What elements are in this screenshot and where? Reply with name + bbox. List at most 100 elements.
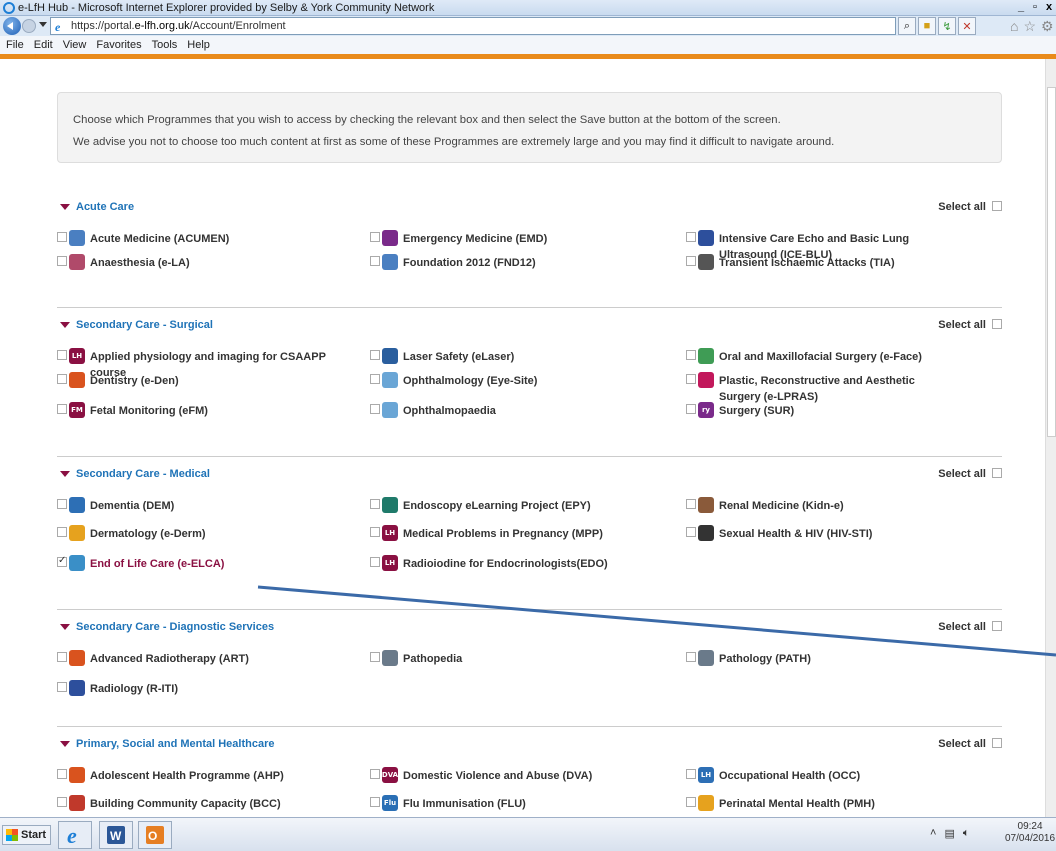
- programme-checkbox[interactable]: [57, 797, 67, 807]
- programme-label[interactable]: Occupational Health (OCC): [719, 768, 959, 784]
- programme-checkbox[interactable]: [370, 557, 380, 567]
- minimize-icon[interactable]: _: [1014, 1, 1028, 14]
- programme-label[interactable]: Perinatal Mental Health (PMH): [719, 796, 959, 812]
- menu-tools[interactable]: Tools: [152, 39, 178, 51]
- menu-view[interactable]: View: [63, 39, 87, 51]
- programme-checkbox[interactable]: [370, 527, 380, 537]
- programme-label[interactable]: Dentistry (e-Den): [90, 373, 360, 389]
- taskbar-word-icon[interactable]: W: [99, 821, 133, 849]
- chevron-down-icon[interactable]: [60, 322, 70, 328]
- chevron-down-icon[interactable]: [60, 624, 70, 630]
- back-button[interactable]: [3, 17, 21, 35]
- programme-checkbox[interactable]: [686, 499, 696, 509]
- chevron-down-icon[interactable]: [60, 471, 70, 477]
- stop-icon[interactable]: ✕: [958, 17, 976, 35]
- programme-checkbox[interactable]: [57, 527, 67, 537]
- programme-checkbox[interactable]: [686, 350, 696, 360]
- section-title[interactable]: Acute Care: [76, 201, 134, 213]
- start-button[interactable]: Start: [2, 825, 52, 845]
- section-header[interactable]: Secondary Care - Surgical Select all: [57, 318, 1002, 336]
- programme-label[interactable]: Anaesthesia (e-LA): [90, 255, 360, 271]
- programme-label[interactable]: Renal Medicine (Kidn-e): [719, 498, 959, 514]
- programme-checkbox[interactable]: [57, 499, 67, 509]
- chevron-down-icon[interactable]: [60, 204, 70, 210]
- programme-checkbox[interactable]: [370, 652, 380, 662]
- section-title[interactable]: Primary, Social and Mental Healthcare: [76, 738, 274, 750]
- volume-icon[interactable]: 🔈︎: [963, 827, 970, 840]
- gear-icon[interactable]: ⚙: [1041, 18, 1054, 35]
- page-scrollbar[interactable]: [1045, 59, 1056, 817]
- programme-checkbox[interactable]: [686, 652, 696, 662]
- taskbar-outlook-icon[interactable]: O: [138, 821, 172, 849]
- history-dropdown-icon[interactable]: [39, 22, 47, 31]
- programme-label[interactable]: Ophthalmology (Eye-Site): [403, 373, 673, 389]
- programme-label[interactable]: Surgery (SUR): [719, 403, 959, 419]
- menu-edit[interactable]: Edit: [34, 39, 53, 51]
- programme-label[interactable]: Ophthalmopaedia: [403, 403, 673, 419]
- search-icon[interactable]: ⌕: [898, 17, 916, 35]
- section-header[interactable]: Acute Care Select all: [57, 200, 1002, 218]
- programme-checkbox[interactable]: [370, 404, 380, 414]
- home-icon[interactable]: ⌂: [1010, 18, 1018, 35]
- section-title[interactable]: Secondary Care - Surgical: [76, 319, 213, 331]
- forward-button[interactable]: [22, 19, 36, 33]
- section-header[interactable]: Secondary Care - Diagnostic Services Sele…: [57, 620, 1002, 638]
- programme-label[interactable]: Oral and Maxillofacial Surgery (e-Face): [719, 349, 959, 365]
- close-icon[interactable]: x: [1042, 1, 1056, 14]
- programme-checkbox[interactable]: [57, 769, 67, 779]
- taskbar-ie-icon[interactable]: e: [58, 821, 92, 849]
- menu-file[interactable]: File: [6, 39, 24, 51]
- programme-label[interactable]: Fetal Monitoring (eFM): [90, 403, 360, 419]
- lock-icon[interactable]: ■: [918, 17, 936, 35]
- section-header[interactable]: Secondary Care - Medical Select all: [57, 467, 1002, 485]
- programme-label[interactable]: Dermatology (e-Derm): [90, 526, 360, 542]
- programme-label[interactable]: Acute Medicine (ACUMEN): [90, 231, 360, 247]
- programme-label[interactable]: End of Life Care (e-ELCA): [90, 556, 360, 572]
- programme-checkbox[interactable]: [686, 232, 696, 242]
- programme-checkbox[interactable]: [686, 527, 696, 537]
- programme-checkbox[interactable]: [57, 256, 67, 266]
- programme-checkbox[interactable]: [57, 652, 67, 662]
- system-clock[interactable]: 09:24 07/04/2016: [1005, 821, 1055, 845]
- network-icon[interactable]: ▤: [944, 827, 954, 840]
- programme-checkbox[interactable]: [57, 682, 67, 692]
- menu-help[interactable]: Help: [187, 39, 210, 51]
- programme-label[interactable]: Domestic Violence and Abuse (DVA): [403, 768, 673, 784]
- programme-label[interactable]: Pathology (PATH): [719, 651, 959, 667]
- programme-label[interactable]: Building Community Capacity (BCC): [90, 796, 360, 812]
- programme-checkbox[interactable]: [57, 232, 67, 242]
- section-title[interactable]: Secondary Care - Medical: [76, 468, 210, 480]
- programme-checkbox[interactable]: [370, 350, 380, 360]
- address-bar[interactable]: e https://portal.e-lfh.org.uk/Account/En…: [50, 17, 896, 35]
- programme-checkbox[interactable]: [686, 374, 696, 384]
- programme-label[interactable]: Laser Safety (eLaser): [403, 349, 673, 365]
- select-all-checkbox[interactable]: [992, 201, 1002, 211]
- section-title[interactable]: Secondary Care - Diagnostic Services: [76, 621, 274, 633]
- select-all-checkbox[interactable]: [992, 621, 1002, 631]
- tray-expand-icon[interactable]: ˄: [930, 827, 936, 840]
- chevron-down-icon[interactable]: [60, 741, 70, 747]
- programme-label[interactable]: Dementia (DEM): [90, 498, 360, 514]
- select-all-checkbox[interactable]: [992, 738, 1002, 748]
- programme-label[interactable]: Advanced Radiotherapy (ART): [90, 651, 360, 667]
- programme-checkbox[interactable]: [370, 769, 380, 779]
- programme-label[interactable]: Radiology (R-ITI): [90, 681, 360, 697]
- programme-label[interactable]: Medical Problems in Pregnancy (MPP): [403, 526, 673, 542]
- menu-favorites[interactable]: Favorites: [96, 39, 141, 51]
- programme-checkbox[interactable]: [686, 404, 696, 414]
- programme-label[interactable]: Transient Ischaemic Attacks (TIA): [719, 255, 959, 271]
- maximize-icon[interactable]: ▫: [1028, 1, 1042, 14]
- select-all-checkbox[interactable]: [992, 468, 1002, 478]
- programme-label[interactable]: Plastic, Reconstructive and Aesthetic Su…: [719, 373, 959, 405]
- section-header[interactable]: Primary, Social and Mental Healthcare Sel…: [57, 737, 1002, 755]
- programme-checkbox[interactable]: [686, 797, 696, 807]
- programme-checkbox[interactable]: [370, 232, 380, 242]
- programme-checkbox[interactable]: [370, 256, 380, 266]
- programme-checkbox[interactable]: [370, 374, 380, 384]
- programme-label[interactable]: Endoscopy eLearning Project (EPY): [403, 498, 673, 514]
- programme-label[interactable]: Flu Immunisation (FLU): [403, 796, 673, 812]
- programme-checkbox[interactable]: [686, 769, 696, 779]
- programme-label[interactable]: Pathopedia: [403, 651, 673, 667]
- programme-checkbox[interactable]: [57, 555, 67, 567]
- programme-label[interactable]: Sexual Health & HIV (HIV-STI): [719, 526, 959, 542]
